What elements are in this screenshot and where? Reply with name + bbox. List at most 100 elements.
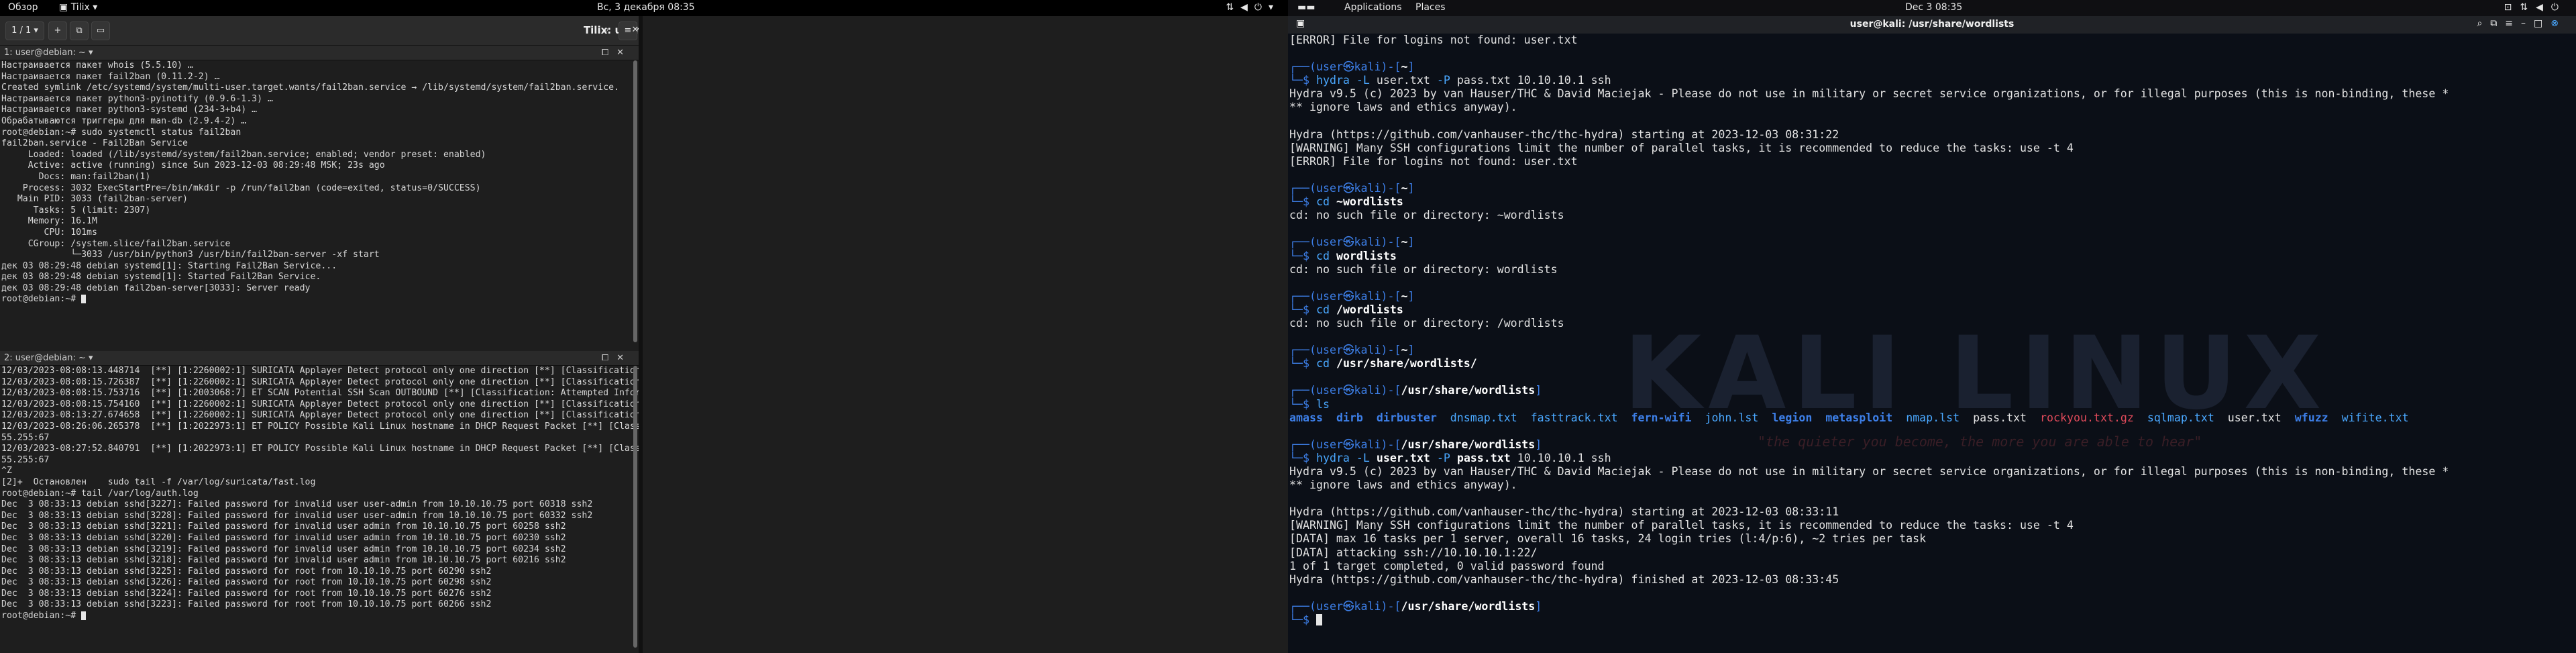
prompt-host: kali	[1354, 60, 1381, 74]
terminal-line: [2]+ Остановлен sudo tail -f /var/log/su…	[1, 476, 316, 487]
prompt-frame: ]	[1535, 438, 1542, 451]
pane1-title-button[interactable]: 1: user@debian: ~ ▾	[4, 48, 93, 58]
prompt-frame: ]	[1407, 236, 1415, 249]
kali-line: cd: no such file or directory: wordlists	[1289, 262, 1558, 276]
ls-entry: fern-wifi	[1631, 411, 1692, 424]
ls-entry: wfuzz	[2294, 411, 2328, 424]
terminal-line: Tasks: 5 (limit: 2307)	[1, 205, 151, 215]
prompt-frame: ]	[1407, 289, 1415, 303]
kali-line: [DATA] attacking ssh://10.10.10.1:22/	[1289, 546, 1538, 559]
prompt-frame: )-[	[1381, 438, 1401, 451]
terminal-pane-2[interactable]: 12/03/2023-08:08:13.448714 [**] [1:22600…	[0, 366, 639, 653]
prompt-user: user	[1316, 60, 1343, 74]
prompt-frame: )-[	[1381, 344, 1401, 357]
kali-line: amass dirb dirbuster dnsmap.txt fasttrac…	[1289, 411, 2576, 425]
kali-terminal-titlebar: ▣ user@kali: /usr/share/wordlists ⌕⧉≡–□⊗	[1288, 16, 2576, 34]
prompt-frame: ┌──(	[1289, 599, 1316, 613]
kali-line: ** ignore laws and ethics anyway).	[1289, 479, 1517, 492]
kali-line: └─$ cd /wordlists	[1289, 303, 2576, 317]
terminal-line: Dec 3 08:33:13 debian sshd[3223]: Failed…	[1, 599, 492, 610]
places-menu[interactable]: Places	[1415, 2, 1446, 13]
ls-entry: sqlmap.txt	[2147, 411, 2214, 424]
prompt-dollar: └─$	[1289, 249, 1316, 262]
terminal-line: CGroup: /system.slice/fail2ban.service	[1, 238, 231, 249]
app-menu[interactable]: ▣ Tilix ▾	[59, 2, 97, 13]
prompt-user: user	[1316, 384, 1343, 397]
terminal-line: Process: 3032 ExecStartPre=/bin/mkdir -p…	[1, 183, 481, 193]
terminal-line: ^Z	[1, 466, 12, 476]
activities-button[interactable]: Обзор	[8, 2, 38, 13]
pane2-scrollbar[interactable]	[633, 366, 637, 648]
terminal-line: дек 03 08:29:48 debian systemd[1]: Start…	[1, 260, 337, 271]
power-icon[interactable]: ⏻	[2551, 2, 2567, 13]
terminal-line: Настраивается пакет python3-pyinotify (0…	[1, 93, 273, 104]
applications-menu[interactable]: Applications	[1344, 2, 1402, 13]
terminal-line: 55.255:67	[1, 432, 50, 443]
close-pane2-icon[interactable]: ✕	[616, 353, 632, 363]
clock[interactable]: Вс, 3 декабря 08:35	[597, 2, 695, 13]
network-icon[interactable]: ⇅	[2520, 2, 2536, 13]
terminal-line: Loaded: loaded (/lib/systemd/system/fail…	[1, 149, 486, 160]
kali-clock[interactable]: Dec 3 08:35	[1905, 2, 1962, 13]
terminal-line: Memory: 16.1M	[1, 216, 97, 227]
screenshot-icon[interactable]: ⊡	[2504, 2, 2520, 13]
command-name: ls	[1316, 397, 1330, 411]
system-tray[interactable]: ⇅◀⏻▾	[1226, 2, 1280, 13]
volume-icon[interactable]: ◀	[2536, 2, 2551, 13]
close-pane1-icon[interactable]: ✕	[616, 48, 632, 58]
kali-line: ** ignore laws and ethics anyway).	[1289, 101, 1517, 114]
maximize-icon[interactable]: □	[2534, 18, 2551, 29]
prompt-path: ~	[1401, 344, 1408, 357]
pane1-scrollbar[interactable]	[633, 60, 637, 342]
maximize-pane2-icon[interactable]: ⧠	[602, 353, 616, 363]
terminal-line: Dec 3 08:33:13 debian sshd[3221]: Failed…	[1, 521, 566, 532]
kali-terminal[interactable]: KALI LINUX "the quieter you become, the …	[1288, 34, 2576, 653]
kali-dragon-icon[interactable]: ▬▬	[1297, 2, 1315, 13]
ls-entry: wifite.txt	[2341, 411, 2409, 424]
prompt-user: user	[1316, 438, 1343, 451]
prompt-at: ㉿	[1342, 182, 1354, 195]
prompt-path: ~	[1401, 60, 1408, 74]
prompt-host: kali	[1354, 438, 1381, 451]
hamburger-icon[interactable]: ≡	[2505, 18, 2521, 29]
pane2-title-button[interactable]: 2: user@debian: ~ ▾	[4, 353, 93, 363]
kali-line: [ERROR] File for logins not found: user.…	[1289, 34, 1578, 46]
search-icon[interactable]: ⌕	[2477, 18, 2490, 29]
search-button[interactable]: ⌕	[597, 21, 616, 40]
ls-entry: nmap.lst	[1906, 411, 1960, 424]
close-icon: ✕	[631, 25, 639, 35]
terminal-pane-1[interactable]: Настраивается пакет whois (5.5.10) … Наст…	[0, 60, 639, 349]
kali-line: ┌──(user㉿kali)-[~]	[1289, 60, 2576, 74]
prompt-at: ㉿	[1342, 599, 1354, 613]
kali-line	[1289, 115, 2576, 128]
command-arg: wordlists	[1336, 249, 1397, 262]
prompt-at: ㉿	[1342, 289, 1354, 303]
kali-line: [ERROR] File for logins not found: user.…	[1289, 154, 1578, 168]
kali-line: Hydra (https://github.com/vanhauser-thc/…	[1289, 505, 1839, 519]
prompt-frame: ┌──(	[1289, 236, 1316, 249]
kali-line	[1289, 222, 2576, 236]
terminal-line: 12/03/2023-08:08:15.753716 [**] [1:20030…	[1, 388, 639, 399]
command-name: cd	[1316, 303, 1330, 316]
copy-icon[interactable]: ⧉	[2490, 18, 2505, 29]
kali-line: └─$ hydra -L user.txt -P pass.txt 10.10.…	[1289, 452, 2576, 465]
maximize-pane1-icon[interactable]: ⧠	[602, 48, 616, 58]
terminal-line: 55.255:67	[1, 454, 50, 465]
prompt-path: /usr/share/wordlists	[1401, 384, 1536, 397]
prompt-frame: )-[	[1381, 182, 1401, 195]
kali-line: Hydra (https://github.com/vanhauser-thc/…	[1289, 572, 1839, 586]
prompt-frame: )-[	[1381, 236, 1401, 249]
minimize-icon[interactable]: –	[2521, 18, 2534, 29]
command-arg: user.txt	[1376, 451, 1430, 464]
ls-entry: dirb	[1336, 411, 1363, 424]
terminal-line: Dec 3 08:33:13 debian sshd[3219]: Failed…	[1, 544, 566, 554]
pane1-title: 1: user@debian: ~	[4, 48, 86, 58]
terminal-line: Dec 3 08:33:13 debian sshd[3220]: Failed…	[1, 532, 566, 543]
close-icon[interactable]: ⊗	[2551, 18, 2567, 29]
ls-entry: fasttrack.txt	[1530, 411, 1618, 424]
prompt-dollar: └─$	[1289, 613, 1316, 627]
kali-line	[1289, 492, 2576, 505]
terminal-line: Настраивается пакет fail2ban (0.11.2-2) …	[1, 71, 220, 82]
prompt-user: user	[1316, 344, 1343, 357]
prompt-dollar: └─$	[1289, 397, 1316, 411]
